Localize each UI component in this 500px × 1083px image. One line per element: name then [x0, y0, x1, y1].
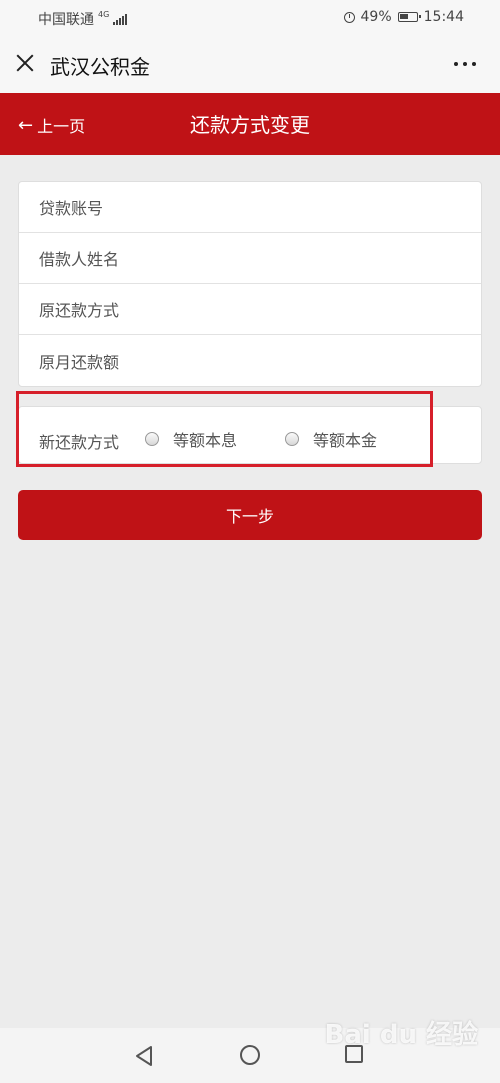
nav-back-icon[interactable]	[134, 1045, 154, 1067]
radio-button-icon[interactable]	[285, 432, 299, 446]
carrier-name: 中国联通	[38, 12, 94, 28]
radio-label: 等额本息	[173, 431, 238, 450]
status-left: 中国联通 4G	[38, 9, 128, 29]
battery-percent: 49%	[360, 9, 392, 25]
radio-button-icon[interactable]	[145, 432, 159, 446]
radio-label: 等额本金	[313, 431, 378, 450]
battery-icon	[397, 12, 421, 22]
page-header: ← 上一页 还款方式变更	[0, 93, 500, 155]
original-repayment-method-field[interactable]: 原还款方式	[19, 284, 481, 335]
nav-home-icon[interactable]	[240, 1045, 260, 1065]
status-right: 49% 15:44	[343, 9, 464, 25]
more-icon[interactable]	[454, 62, 476, 66]
wechat-title: 武汉公积金	[50, 55, 150, 79]
watermark-logo: Bai du 经验	[324, 1020, 479, 1050]
signal-icon	[113, 13, 128, 25]
loan-info-form: 贷款账号 借款人姓名 原还款方式 原月还款额	[18, 181, 482, 387]
new-repayment-method-row: 新还款方式 等额本息 等额本金	[18, 406, 482, 464]
borrower-name-field[interactable]: 借款人姓名	[19, 233, 481, 284]
status-bar: 中国联通 4G 49% 15:44	[0, 0, 500, 36]
new-method-label: 新还款方式	[39, 433, 120, 452]
wechat-header: 武汉公积金	[0, 36, 500, 93]
clock: 15:44	[423, 9, 464, 25]
original-monthly-payment-field[interactable]: 原月还款额	[19, 335, 481, 386]
next-step-button[interactable]: 下一步	[18, 490, 482, 540]
close-icon[interactable]	[14, 52, 36, 74]
network-type: 4G	[98, 10, 110, 19]
radio-equal-installment[interactable]: 等额本息	[145, 427, 237, 451]
radio-equal-principal[interactable]: 等额本金	[285, 427, 377, 451]
page-title: 还款方式变更	[190, 113, 310, 137]
alarm-icon	[343, 11, 355, 23]
loan-account-field[interactable]: 贷款账号	[19, 182, 481, 233]
